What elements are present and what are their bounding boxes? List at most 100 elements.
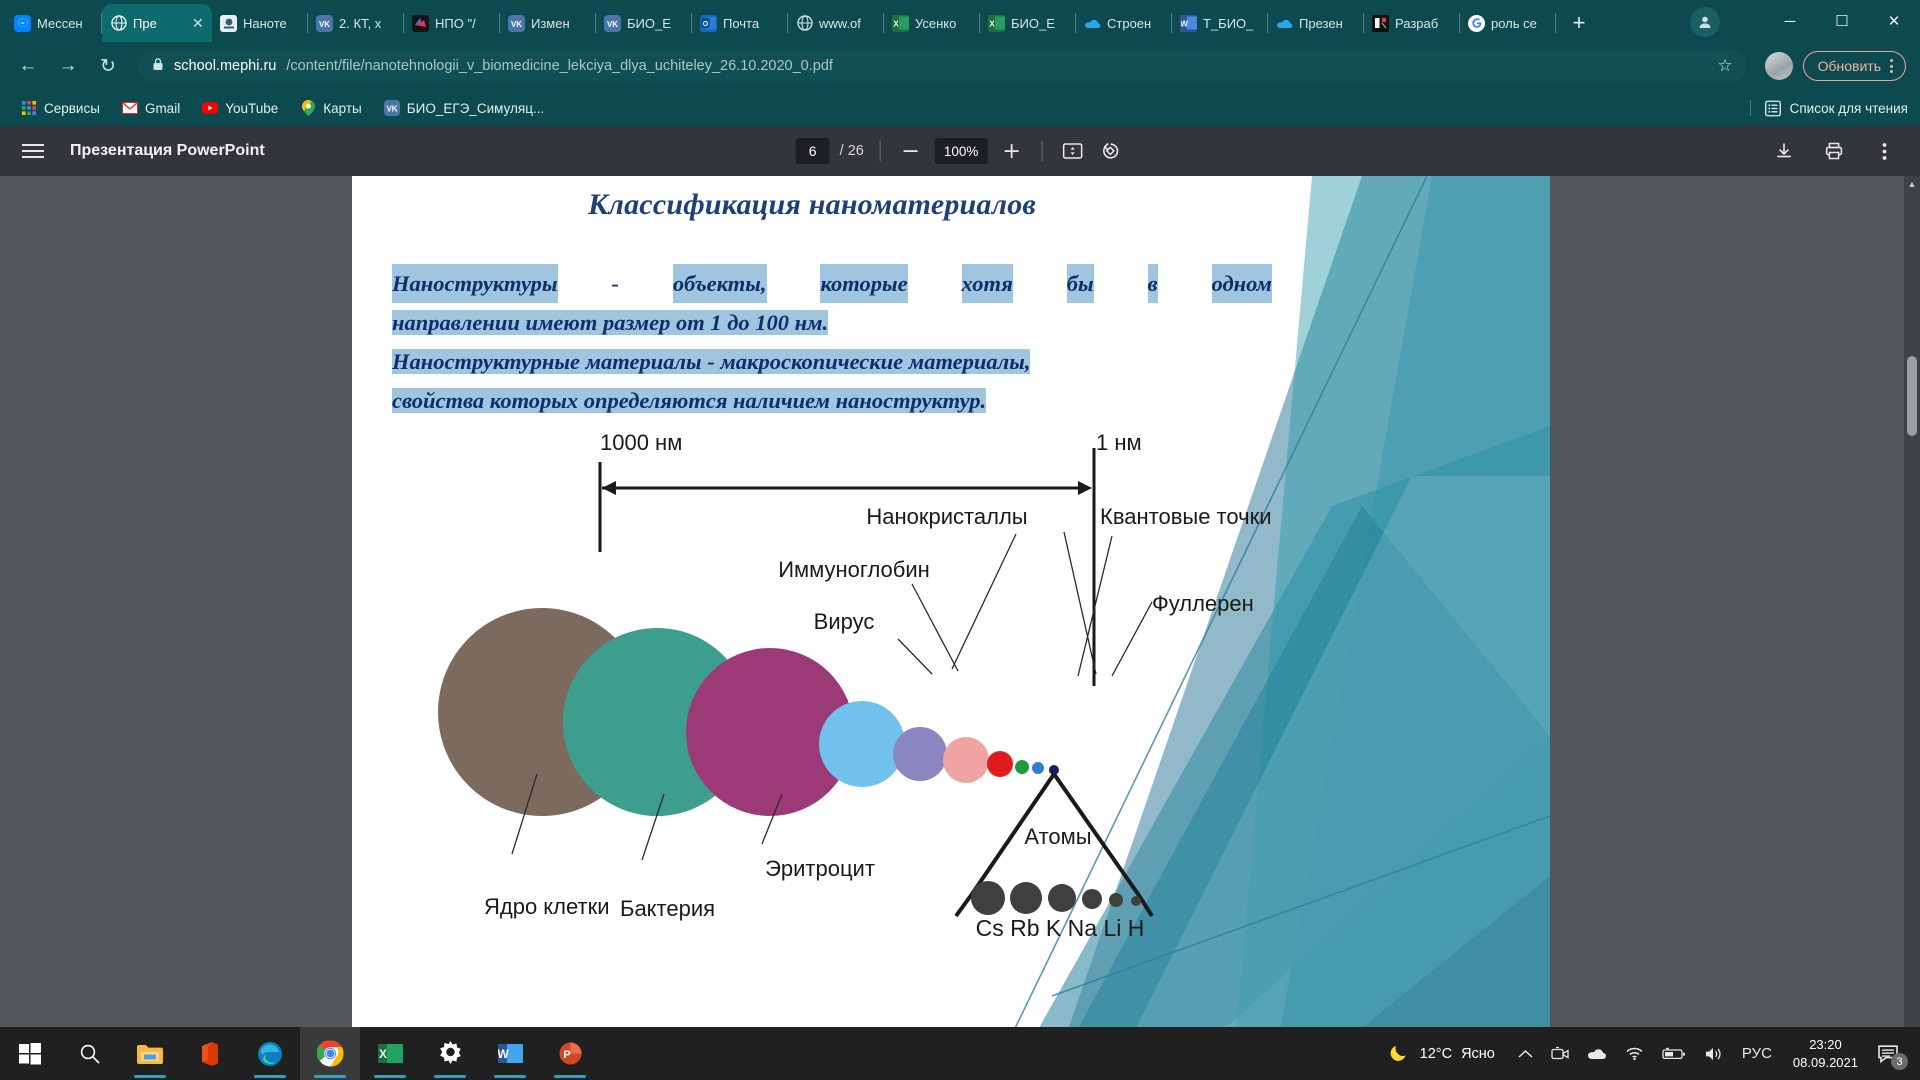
office-icon — [202, 1041, 218, 1066]
new-tab-button[interactable]: + — [1564, 8, 1594, 38]
bookmark-star-icon[interactable]: ☆ — [1707, 56, 1732, 76]
chevron-up-icon[interactable] — [1509, 1027, 1542, 1080]
zoom-out-button[interactable] — [897, 137, 925, 165]
clock-date: 08.09.2021 — [1792, 1054, 1858, 1070]
svg-text:VK: VK — [607, 20, 618, 29]
slide-paragraph-line-2: направлении имеют размер от 1 до 100 нм. — [392, 303, 1272, 342]
site-icon — [220, 14, 237, 32]
reading-list-button[interactable]: Список для чтения — [1749, 100, 1908, 116]
taskbar-powerpoint[interactable]: P — [540, 1027, 600, 1080]
clock[interactable]: 23:20 08.09.2021 — [1781, 1036, 1870, 1072]
browser-tab[interactable]: Мессен — [6, 4, 102, 42]
scroll-up-arrow[interactable]: ▲ — [1904, 176, 1920, 192]
reload-button[interactable]: ↻ — [90, 48, 126, 84]
maximize-button[interactable]: ☐ — [1816, 0, 1868, 42]
taskbar-chrome[interactable] — [300, 1027, 360, 1080]
download-icon[interactable] — [1770, 137, 1798, 165]
gmail-icon — [121, 100, 138, 116]
volume-icon[interactable] — [1695, 1027, 1733, 1080]
forward-button[interactable]: → — [50, 48, 86, 84]
page-number-input[interactable]: 6 — [795, 138, 830, 164]
close-window-button[interactable]: ✕ — [1868, 0, 1920, 42]
browser-tab[interactable]: VK 2. КТ, х — [308, 4, 404, 42]
bookmark-youtube[interactable]: YouTube — [193, 96, 287, 120]
browser-tab-active[interactable]: Пре ✕ — [102, 4, 212, 42]
avatar[interactable] — [1764, 52, 1793, 80]
browser-tab[interactable]: Наноте — [212, 4, 308, 42]
taskbar-edge[interactable] — [240, 1027, 300, 1080]
taskbar-settings[interactable] — [420, 1027, 480, 1080]
browser-tab[interactable]: X Усенко — [884, 4, 980, 42]
onedrive-icon[interactable] — [1578, 1027, 1616, 1080]
browser-tab[interactable]: O Почта — [692, 4, 788, 42]
wifi-icon[interactable] — [1616, 1027, 1653, 1080]
divider — [1041, 141, 1043, 161]
sidebar-toggle-icon[interactable] — [22, 144, 44, 158]
svg-text:X: X — [893, 20, 899, 29]
slide-body-text: Наноструктуры - объекты, которые хотя бы… — [392, 264, 1272, 420]
weather-temp: 12°C — [1419, 1045, 1453, 1062]
pdf-toolbar: Презентация PowerPoint 6 / 26 100% — [0, 126, 1920, 176]
print-icon[interactable] — [1820, 137, 1848, 165]
zoom-level-value[interactable]: 100% — [934, 138, 988, 164]
kebab-menu-icon[interactable] — [1890, 59, 1893, 73]
minimize-button[interactable]: ─ — [1764, 0, 1816, 42]
fit-page-icon[interactable] — [1058, 137, 1086, 165]
bookmark-services[interactable]: Сервисы — [12, 96, 109, 120]
pdf-page-area[interactable]: Классификация наноматериалов Нанострукту… — [0, 176, 1920, 1027]
person-icon — [1699, 16, 1711, 28]
svg-text:VK: VK — [386, 105, 397, 114]
browser-tab[interactable]: Презен — [1268, 4, 1364, 42]
pdf-page-controls: 6 / 26 100% — [795, 137, 1125, 165]
atom-k — [1048, 884, 1076, 912]
scrollbar-thumb[interactable] — [1907, 356, 1917, 436]
clock-time: 23:20 — [1809, 1036, 1842, 1052]
back-button[interactable]: ← — [10, 48, 46, 84]
browser-tab[interactable]: роль се — [1460, 4, 1556, 42]
camera-icon[interactable] — [1542, 1027, 1578, 1080]
browser-tab[interactable]: Разраб — [1364, 4, 1460, 42]
browser-tab[interactable]: www.of — [788, 4, 884, 42]
vertical-scrollbar[interactable]: ▲ — [1904, 176, 1920, 1027]
profile-indicator[interactable] — [1690, 7, 1720, 37]
taskbar-excel[interactable]: X — [360, 1027, 420, 1080]
word-icon: W — [497, 1044, 523, 1063]
npo-icon — [412, 14, 429, 32]
label-erythrocyte: Эритроцит — [765, 856, 875, 881]
battery-icon[interactable] — [1653, 1027, 1695, 1080]
browser-tab[interactable]: X БИО_Е — [980, 4, 1076, 42]
search-button[interactable] — [60, 1027, 120, 1080]
atom-h — [1131, 896, 1141, 906]
zoom-in-button[interactable] — [997, 137, 1025, 165]
browser-tab[interactable]: W Т_БИО_ — [1172, 4, 1268, 42]
rotate-icon[interactable] — [1096, 137, 1124, 165]
label-virus: Вирус — [814, 609, 875, 634]
language-indicator[interactable]: РУС — [1733, 1027, 1781, 1080]
pdf-viewer: Презентация PowerPoint 6 / 26 100% Класс… — [0, 126, 1920, 1027]
bookmark-label: Сервисы — [44, 100, 100, 116]
globe-icon — [796, 15, 813, 32]
close-icon[interactable]: ✕ — [192, 16, 204, 30]
bookmark-bio-ege[interactable]: VK БИО_ЕГЭ_Симуляц... — [375, 96, 553, 120]
browser-tab[interactable]: VK БИО_Е — [596, 4, 692, 42]
tab-label: БИО_Е — [1011, 15, 1055, 31]
kebab-menu-icon[interactable] — [1870, 137, 1898, 165]
bookmark-maps[interactable]: Карты — [291, 96, 370, 120]
notification-center-button[interactable]: 3 — [1870, 1027, 1914, 1080]
taskbar-office[interactable] — [180, 1027, 240, 1080]
bookmark-label: Карты — [323, 100, 362, 116]
word: объекты, — [672, 264, 767, 303]
address-bar[interactable]: school.mephi.ru/content/file/nanotehnolo… — [138, 49, 1747, 83]
slide-paragraph-line-4: свойства которых определяются наличием н… — [392, 381, 1272, 420]
taskbar-word[interactable]: W — [480, 1027, 540, 1080]
bookmark-gmail[interactable]: Gmail — [113, 96, 189, 120]
update-button[interactable]: Обновить — [1802, 51, 1906, 81]
start-button[interactable] — [0, 1027, 60, 1080]
tab-label: Мессен — [37, 15, 83, 31]
browser-tab[interactable]: НПО "/ — [404, 4, 500, 42]
taskbar-file-explorer[interactable] — [120, 1027, 180, 1080]
pdf-toolbar-actions — [1770, 137, 1898, 165]
browser-tab[interactable]: VK Измен — [500, 4, 596, 42]
browser-tab[interactable]: Строен — [1076, 4, 1172, 42]
weather-widget[interactable]: 12°C Ясно — [1383, 1041, 1509, 1067]
